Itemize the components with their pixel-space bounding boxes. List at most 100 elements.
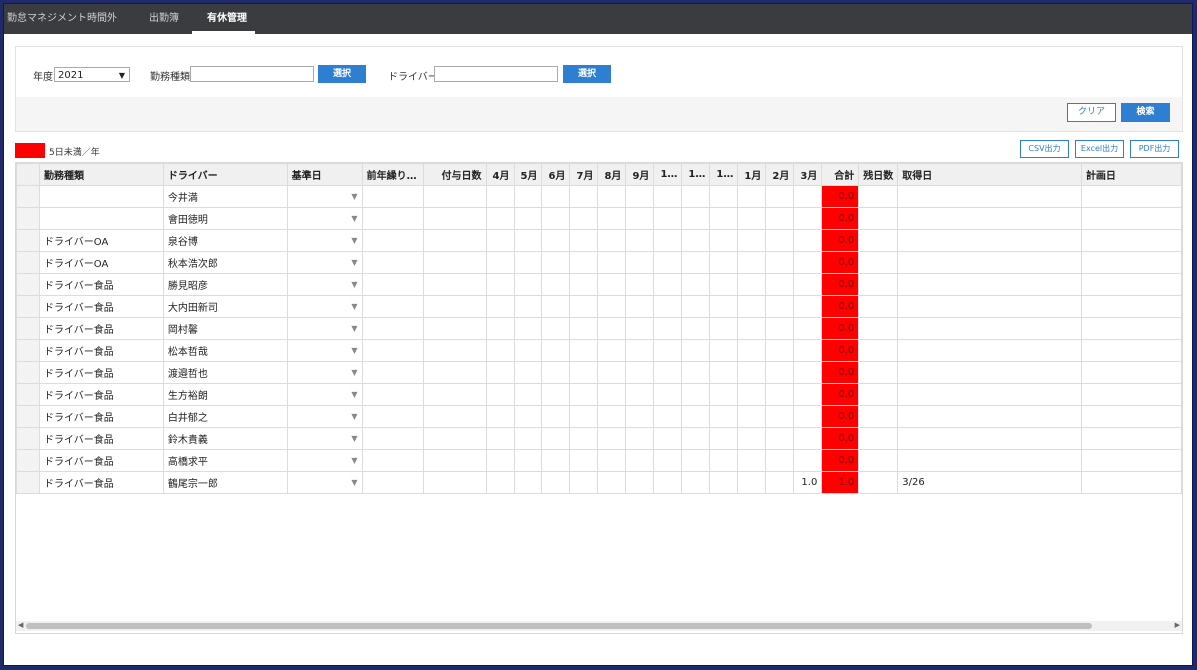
row-stub[interactable] xyxy=(16,405,40,428)
table-row[interactable]: ドライバー食品 渡邉哲也 ▼ 0.0 xyxy=(16,361,1182,384)
row-stub[interactable] xyxy=(16,295,40,318)
table-row[interactable]: ドライバー食品 鶴尾宗一郎 ▼ 1.0 1.0 3/26 xyxy=(16,471,1182,494)
col-header-aug[interactable]: 8月 xyxy=(597,163,627,186)
driver-input[interactable] xyxy=(434,66,558,82)
work-type-select-button[interactable]: 選択 xyxy=(318,65,366,83)
row-stub[interactable] xyxy=(16,339,40,362)
chevron-down-icon[interactable]: ▼ xyxy=(351,302,357,311)
cell-base-date[interactable]: ▼ xyxy=(286,251,363,274)
table-row[interactable]: ドライバー食品 岡村馨 ▼ 0.0 xyxy=(16,317,1182,340)
table-row[interactable]: ドライバー食品 鈴木貴義 ▼ 0.0 xyxy=(16,427,1182,450)
table-row[interactable]: ドライバー食品 大内田新司 ▼ 0.0 xyxy=(16,295,1182,318)
col-header-jun[interactable]: 6月 xyxy=(541,163,571,186)
chevron-down-icon[interactable]: ▼ xyxy=(351,390,357,399)
tab-timesheet[interactable]: 出勤簿 xyxy=(149,4,179,34)
horizontal-scrollbar[interactable]: ◀ ▶ xyxy=(16,621,1182,631)
chevron-down-icon[interactable]: ▼ xyxy=(351,324,357,333)
chevron-down-icon[interactable]: ▼ xyxy=(351,192,357,201)
cell-base-date[interactable]: ▼ xyxy=(286,405,363,428)
col-header-granted-days[interactable]: 付与日数 xyxy=(422,163,487,186)
col-header-nov[interactable]: 1… xyxy=(681,163,711,186)
table-row[interactable]: ドライバー食品 勝見昭彦 ▼ 0.0 xyxy=(16,273,1182,296)
col-header-mar[interactable]: 3月 xyxy=(793,163,823,186)
col-header-remaining[interactable]: 残日数 xyxy=(858,163,899,186)
scroll-left-icon[interactable]: ◀ xyxy=(18,621,23,629)
cell-base-date[interactable]: ▼ xyxy=(286,273,363,296)
tab-overtime[interactable]: 時間外 xyxy=(87,4,117,34)
col-header-driver[interactable]: ドライバー xyxy=(162,163,288,186)
col-header-carryover[interactable]: 前年繰り… xyxy=(361,163,424,186)
table-row[interactable]: 今井満 ▼ 0.0 xyxy=(16,185,1182,208)
chevron-down-icon[interactable]: ▼ xyxy=(351,368,357,377)
chevron-down-icon[interactable]: ▼ xyxy=(351,434,357,443)
cell-driver: 今井満 xyxy=(162,185,288,208)
row-stub[interactable] xyxy=(16,361,40,384)
col-header-acquired-date[interactable]: 取得日 xyxy=(897,163,1082,186)
cell-planned-date xyxy=(1080,449,1182,472)
driver-select-button[interactable]: 選択 xyxy=(563,65,611,83)
chevron-down-icon[interactable]: ▼ xyxy=(351,456,357,465)
col-header-sep[interactable]: 9月 xyxy=(625,163,655,186)
csv-export-button[interactable]: CSV出力 xyxy=(1020,140,1069,158)
chevron-down-icon[interactable]: ▼ xyxy=(351,214,357,223)
year-select[interactable]: 2021 ▼ xyxy=(54,67,130,82)
col-header-work-type[interactable]: 勤務種類 xyxy=(38,163,164,186)
table-row[interactable]: ドライバー食品 高橋求平 ▼ 0.0 xyxy=(16,449,1182,472)
cell-base-date[interactable]: ▼ xyxy=(286,317,363,340)
cell-base-date[interactable]: ▼ xyxy=(286,449,363,472)
row-stub[interactable] xyxy=(16,229,40,252)
row-stub[interactable] xyxy=(16,317,40,340)
row-stub[interactable] xyxy=(16,449,40,472)
chevron-down-icon[interactable]: ▼ xyxy=(351,346,357,355)
work-type-input[interactable] xyxy=(190,66,314,82)
cell-base-date[interactable]: ▼ xyxy=(286,427,363,450)
col-header-total[interactable]: 合計 xyxy=(821,163,860,186)
excel-export-button[interactable]: Excel出力 xyxy=(1075,140,1124,158)
table-row[interactable]: ドライバーOA 泉谷博 ▼ 0.0 xyxy=(16,229,1182,252)
cell-base-date[interactable]: ▼ xyxy=(286,295,363,318)
chevron-down-icon[interactable]: ▼ xyxy=(351,478,357,487)
scroll-right-icon[interactable]: ▶ xyxy=(1175,621,1180,629)
cell-base-date[interactable]: ▼ xyxy=(286,229,363,252)
col-header-jan[interactable]: 1月 xyxy=(737,163,767,186)
cell-month xyxy=(737,383,767,406)
chevron-down-icon[interactable]: ▼ xyxy=(351,412,357,421)
table-row[interactable]: ドライバー食品 白井郁之 ▼ 0.0 xyxy=(16,405,1182,428)
cell-base-date[interactable]: ▼ xyxy=(286,471,363,494)
col-header-planned-date[interactable]: 計画日 xyxy=(1080,163,1182,186)
table-row[interactable]: ドライバーOA 秋本浩次郎 ▼ 0.0 xyxy=(16,251,1182,274)
chevron-down-icon[interactable]: ▼ xyxy=(351,258,357,267)
search-button[interactable]: 検索 xyxy=(1121,103,1170,122)
col-header-apr[interactable]: 4月 xyxy=(485,163,515,186)
col-header-may[interactable]: 5月 xyxy=(513,163,543,186)
col-header-oct[interactable]: 1… xyxy=(653,163,683,186)
row-stub[interactable] xyxy=(16,273,40,296)
col-header-base-date[interactable]: 基準日 xyxy=(286,163,363,186)
cell-base-date[interactable]: ▼ xyxy=(286,207,363,230)
table-row[interactable]: 會田徳明 ▼ 0.0 xyxy=(16,207,1182,230)
cell-base-date[interactable]: ▼ xyxy=(286,339,363,362)
pdf-export-button[interactable]: PDF出力 xyxy=(1130,140,1179,158)
scrollbar-thumb[interactable] xyxy=(26,623,1092,629)
row-stub[interactable] xyxy=(16,207,40,230)
cell-acquired-date xyxy=(897,383,1082,406)
chevron-down-icon[interactable]: ▼ xyxy=(351,280,357,289)
row-stub[interactable] xyxy=(16,185,40,208)
cell-base-date[interactable]: ▼ xyxy=(286,361,363,384)
table-row[interactable]: ドライバー食品 松本哲哉 ▼ 0.0 xyxy=(16,339,1182,362)
row-stub[interactable] xyxy=(16,471,40,494)
tab-attendance[interactable]: 勤怠マネジメント xyxy=(7,4,87,34)
col-header-dec[interactable]: 1… xyxy=(709,163,739,186)
row-stub[interactable] xyxy=(16,251,40,274)
row-stub[interactable] xyxy=(16,383,40,406)
table-row[interactable]: ドライバー食品 生方裕朗 ▼ 0.0 xyxy=(16,383,1182,406)
chevron-down-icon[interactable]: ▼ xyxy=(351,236,357,245)
col-header-feb[interactable]: 2月 xyxy=(765,163,795,186)
clear-button[interactable]: クリア xyxy=(1067,103,1116,122)
row-stub[interactable] xyxy=(16,427,40,450)
cell-base-date[interactable]: ▼ xyxy=(286,185,363,208)
table-header-row: 勤務種類 ドライバー 基準日 前年繰り… 付与日数 4月 5月 6月 7月 8月… xyxy=(16,163,1182,186)
col-header-jul[interactable]: 7月 xyxy=(569,163,599,186)
tab-paid-leave[interactable]: 有休管理 xyxy=(207,4,247,34)
cell-base-date[interactable]: ▼ xyxy=(286,383,363,406)
